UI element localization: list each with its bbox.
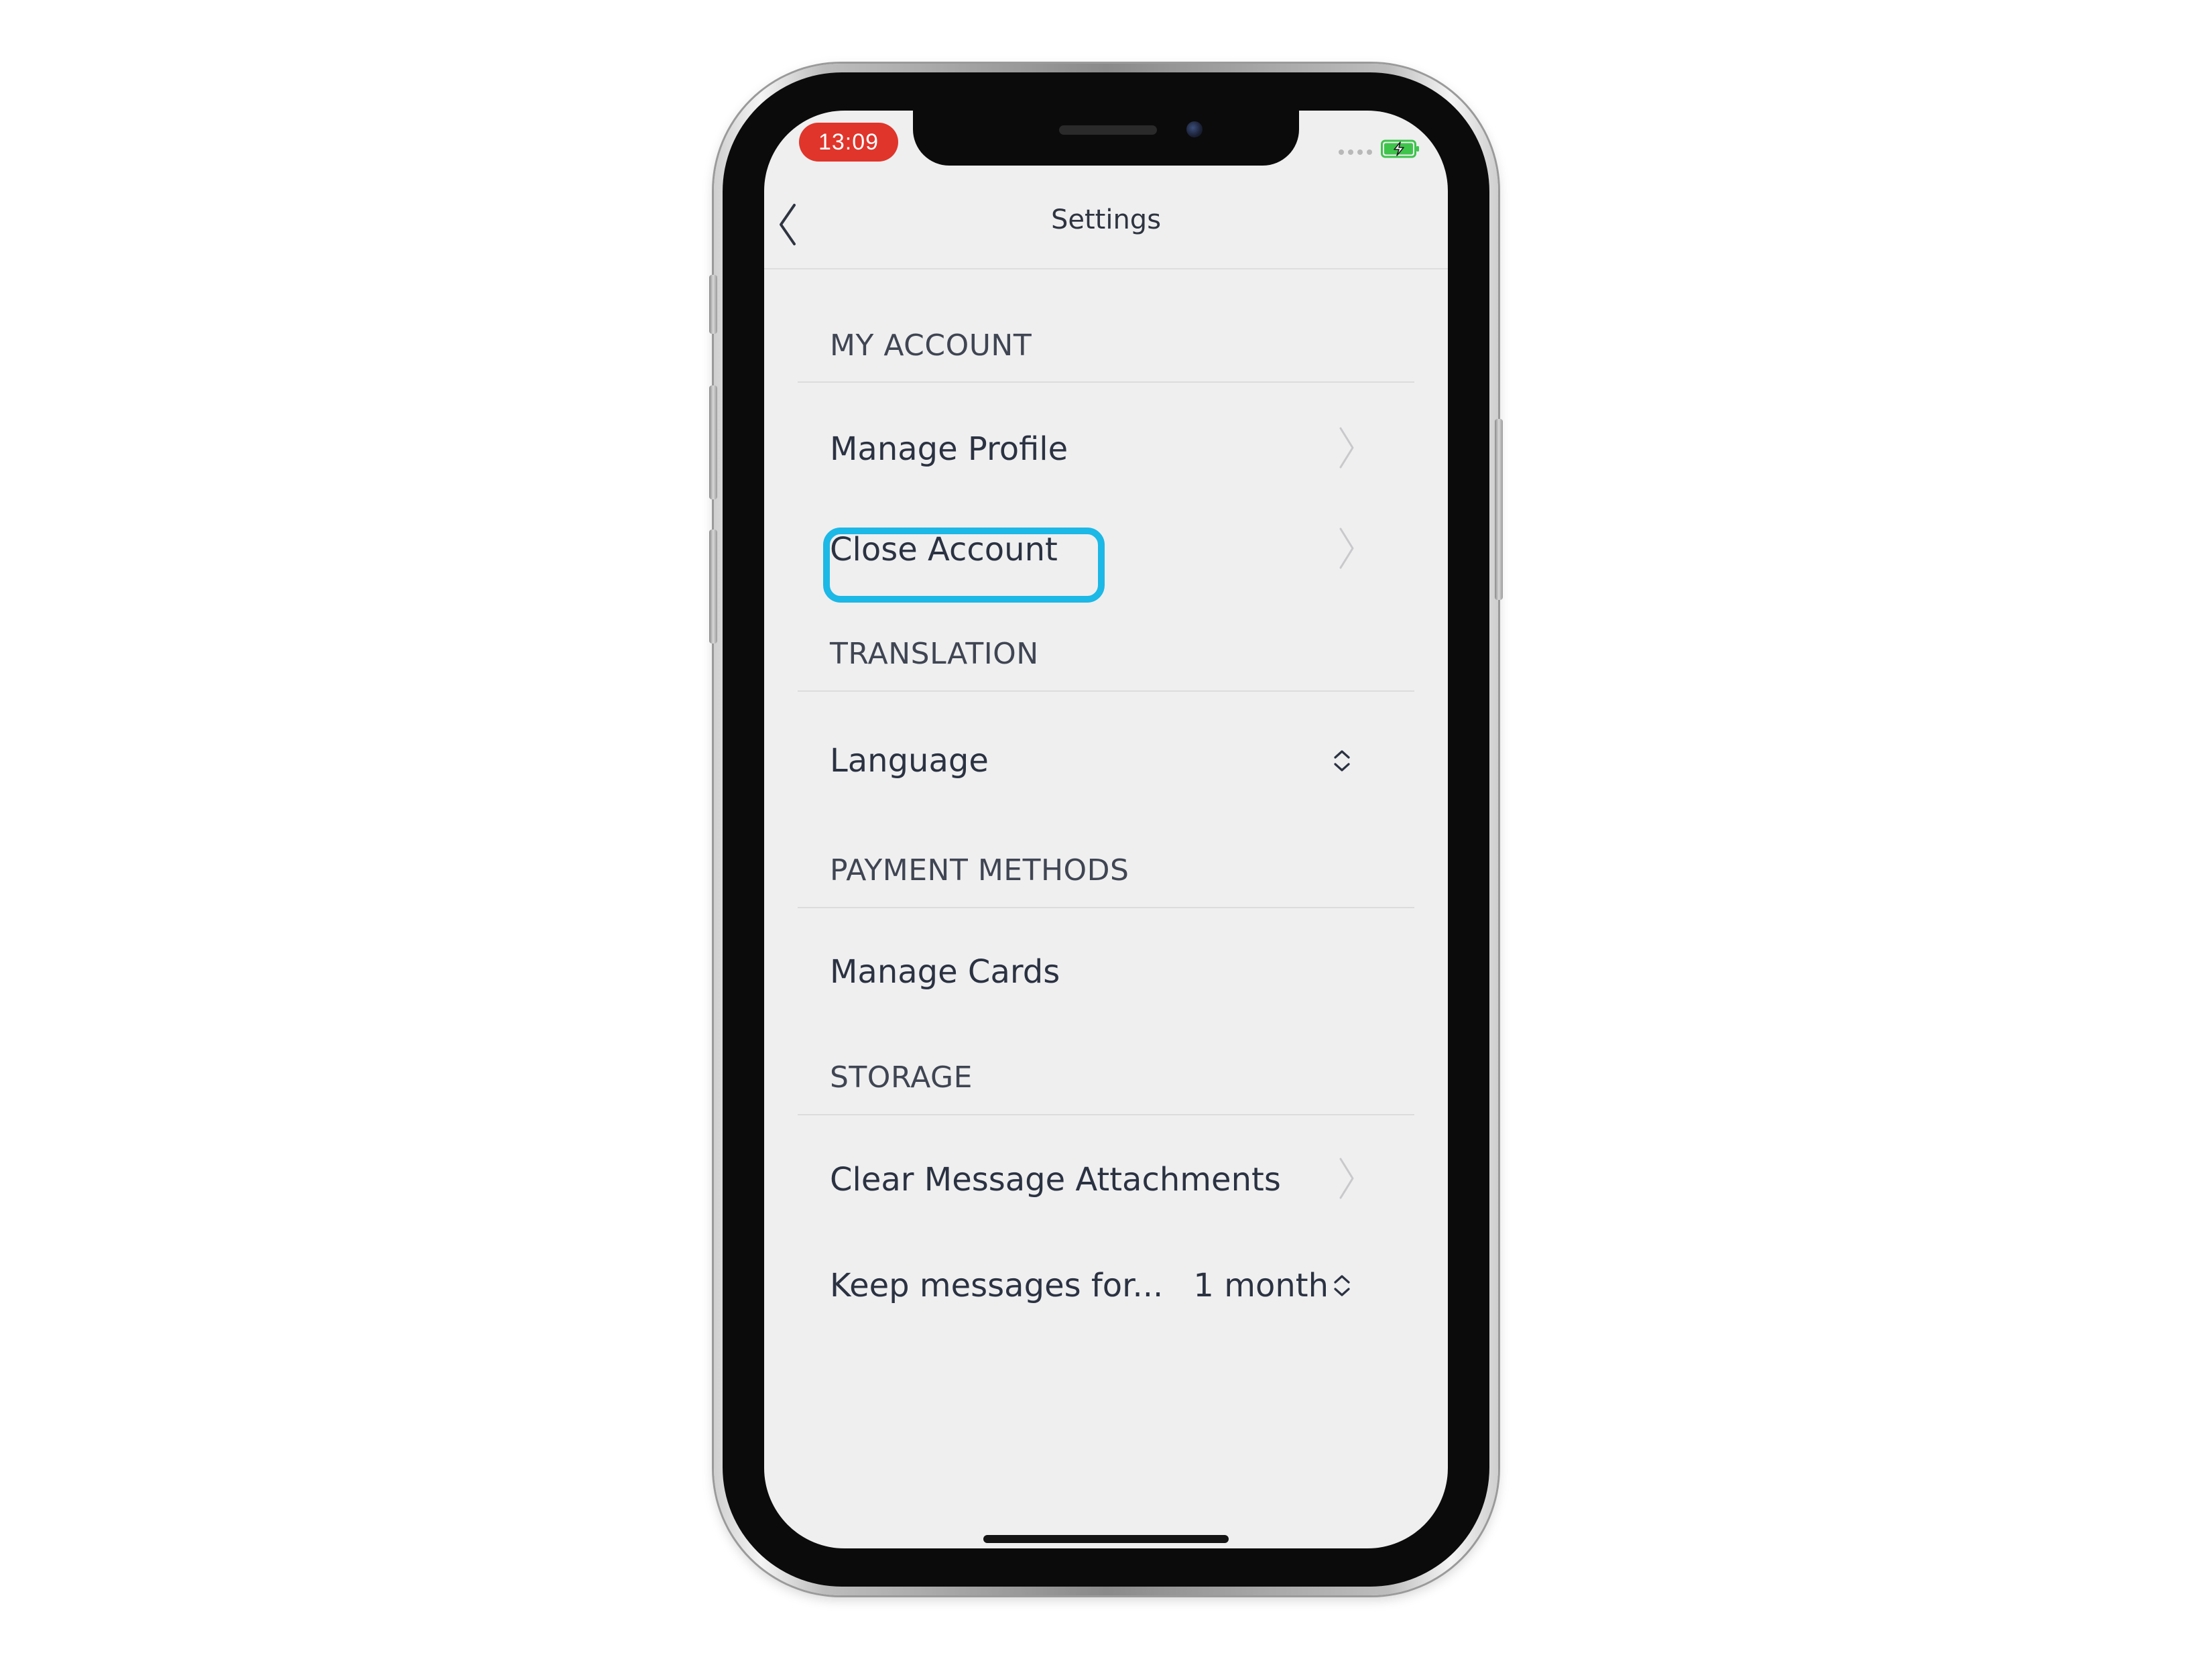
keep-messages-label: Keep messages for... [830, 1267, 1164, 1304]
power-button [1495, 419, 1503, 600]
manage-profile-row[interactable]: Manage Profile [798, 406, 1414, 493]
close-account-label: Close Account [830, 531, 1058, 568]
nav-bar: Settings [764, 184, 1448, 269]
chevron-right-icon [1339, 1158, 1354, 1199]
earpiece-speaker [1059, 125, 1157, 135]
section-header-my-account: MY ACCOUNT [830, 328, 1032, 363]
volume-down-button [709, 530, 717, 643]
keep-messages-row[interactable]: Keep messages for... 1 month [798, 1242, 1414, 1329]
close-account-row[interactable]: Close Account [798, 506, 1414, 603]
manage-cards-label: Manage Cards [830, 953, 1060, 991]
section-header-storage: STORAGE [830, 1060, 973, 1095]
clear-attachments-row[interactable]: Clear Message Attachments [798, 1136, 1414, 1223]
divider [798, 381, 1414, 383]
divider [798, 907, 1414, 908]
keep-messages-value: 1 month [1193, 1267, 1329, 1304]
battery-charging-icon [1381, 139, 1419, 158]
section-header-payment-methods: PAYMENT METHODS [830, 853, 1129, 887]
page-title: Settings [1050, 204, 1162, 235]
phone-screen: 13:09 Settings MY ACCOUNT Manage Profile… [764, 111, 1448, 1548]
up-down-chevron-icon [1334, 750, 1350, 772]
chevron-right-icon [1339, 528, 1354, 569]
manage-cards-row[interactable]: Manage Cards [798, 928, 1414, 1016]
signal-dots-icon [1339, 149, 1372, 155]
status-time: 13:09 [799, 123, 898, 162]
language-label: Language [830, 742, 989, 780]
notch [913, 111, 1299, 166]
chevron-right-icon [1339, 427, 1354, 469]
clear-attachments-label: Clear Message Attachments [830, 1161, 1281, 1199]
silent-switch [709, 275, 717, 334]
volume-up-button [709, 385, 717, 499]
language-row[interactable]: Language [798, 717, 1414, 804]
front-camera-icon [1186, 121, 1203, 137]
up-down-chevron-icon [1334, 1275, 1350, 1296]
divider [798, 690, 1414, 692]
section-header-translation: TRANSLATION [830, 637, 1039, 671]
manage-profile-label: Manage Profile [830, 430, 1068, 468]
home-indicator[interactable] [983, 1535, 1229, 1543]
divider [798, 1114, 1414, 1115]
